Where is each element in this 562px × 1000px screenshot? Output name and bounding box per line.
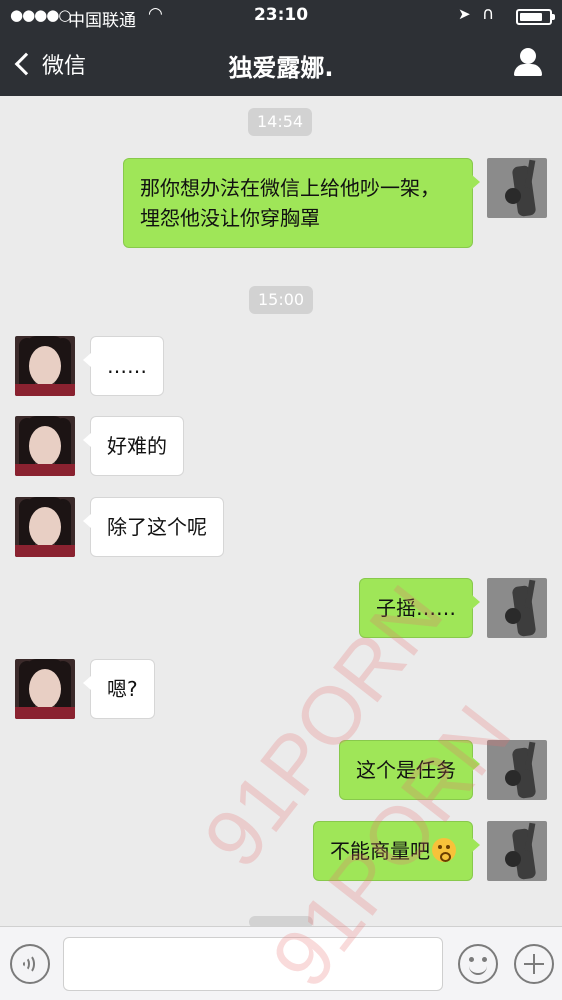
contact-avatar[interactable]	[15, 497, 75, 557]
status-time: 23:10	[253, 5, 309, 25]
contact-avatar[interactable]	[15, 416, 75, 476]
voice-input-button[interactable]	[10, 944, 50, 984]
message-bubble-out[interactable]: 不能商量吧	[313, 821, 480, 881]
my-avatar[interactable]	[487, 821, 547, 881]
input-bar	[0, 926, 562, 1000]
message-bubble-in[interactable]: 除了这个呢	[83, 497, 224, 557]
message-text: 不能商量吧	[330, 839, 430, 863]
message-bubble-out[interactable]: 子摇……	[359, 578, 480, 638]
message-bubble-in[interactable]: 嗯?	[83, 659, 155, 719]
my-avatar[interactable]	[487, 740, 547, 800]
message-input[interactable]	[63, 937, 443, 991]
contact-avatar[interactable]	[15, 659, 75, 719]
status-bar: ●●●●○ 中国联通 ◠ 23:10 ➤ ∩	[0, 0, 562, 32]
my-avatar[interactable]	[487, 158, 547, 218]
timestamp: 15:00	[249, 286, 314, 314]
embarrassed-emoji-icon	[432, 838, 456, 862]
timestamp: 14:54	[248, 108, 313, 136]
message-bubble-out[interactable]: 这个是任务	[339, 740, 480, 800]
contact-profile-button[interactable]	[512, 46, 544, 80]
emoji-button[interactable]	[458, 944, 498, 984]
battery-level	[520, 13, 542, 21]
location-arrow-icon: ➤	[458, 5, 471, 23]
chat-title: 独爱露娜.	[228, 54, 334, 82]
person-icon	[520, 48, 536, 64]
my-avatar[interactable]	[487, 578, 547, 638]
battery-icon	[516, 9, 555, 25]
chat-area[interactable]: 14:54 那你想办法在微信上给他吵一架，埋怨他没让你穿胸罩 15:00 …… …	[0, 96, 562, 928]
message-bubble-in[interactable]: 好难的	[83, 416, 184, 476]
message-bubble-out[interactable]: 那你想办法在微信上给他吵一架，埋怨他没让你穿胸罩	[123, 158, 480, 248]
voice-icon	[21, 954, 37, 974]
nav-bar: 微信 独爱露娜.	[0, 32, 562, 96]
message-bubble-in[interactable]: ……	[83, 336, 164, 396]
headphones-icon: ∩	[482, 4, 495, 24]
more-options-button[interactable]	[514, 944, 554, 984]
contact-avatar[interactable]	[15, 336, 75, 396]
top-bar: ●●●●○ 中国联通 ◠ 23:10 ➤ ∩ 微信 独爱露娜.	[0, 0, 562, 96]
